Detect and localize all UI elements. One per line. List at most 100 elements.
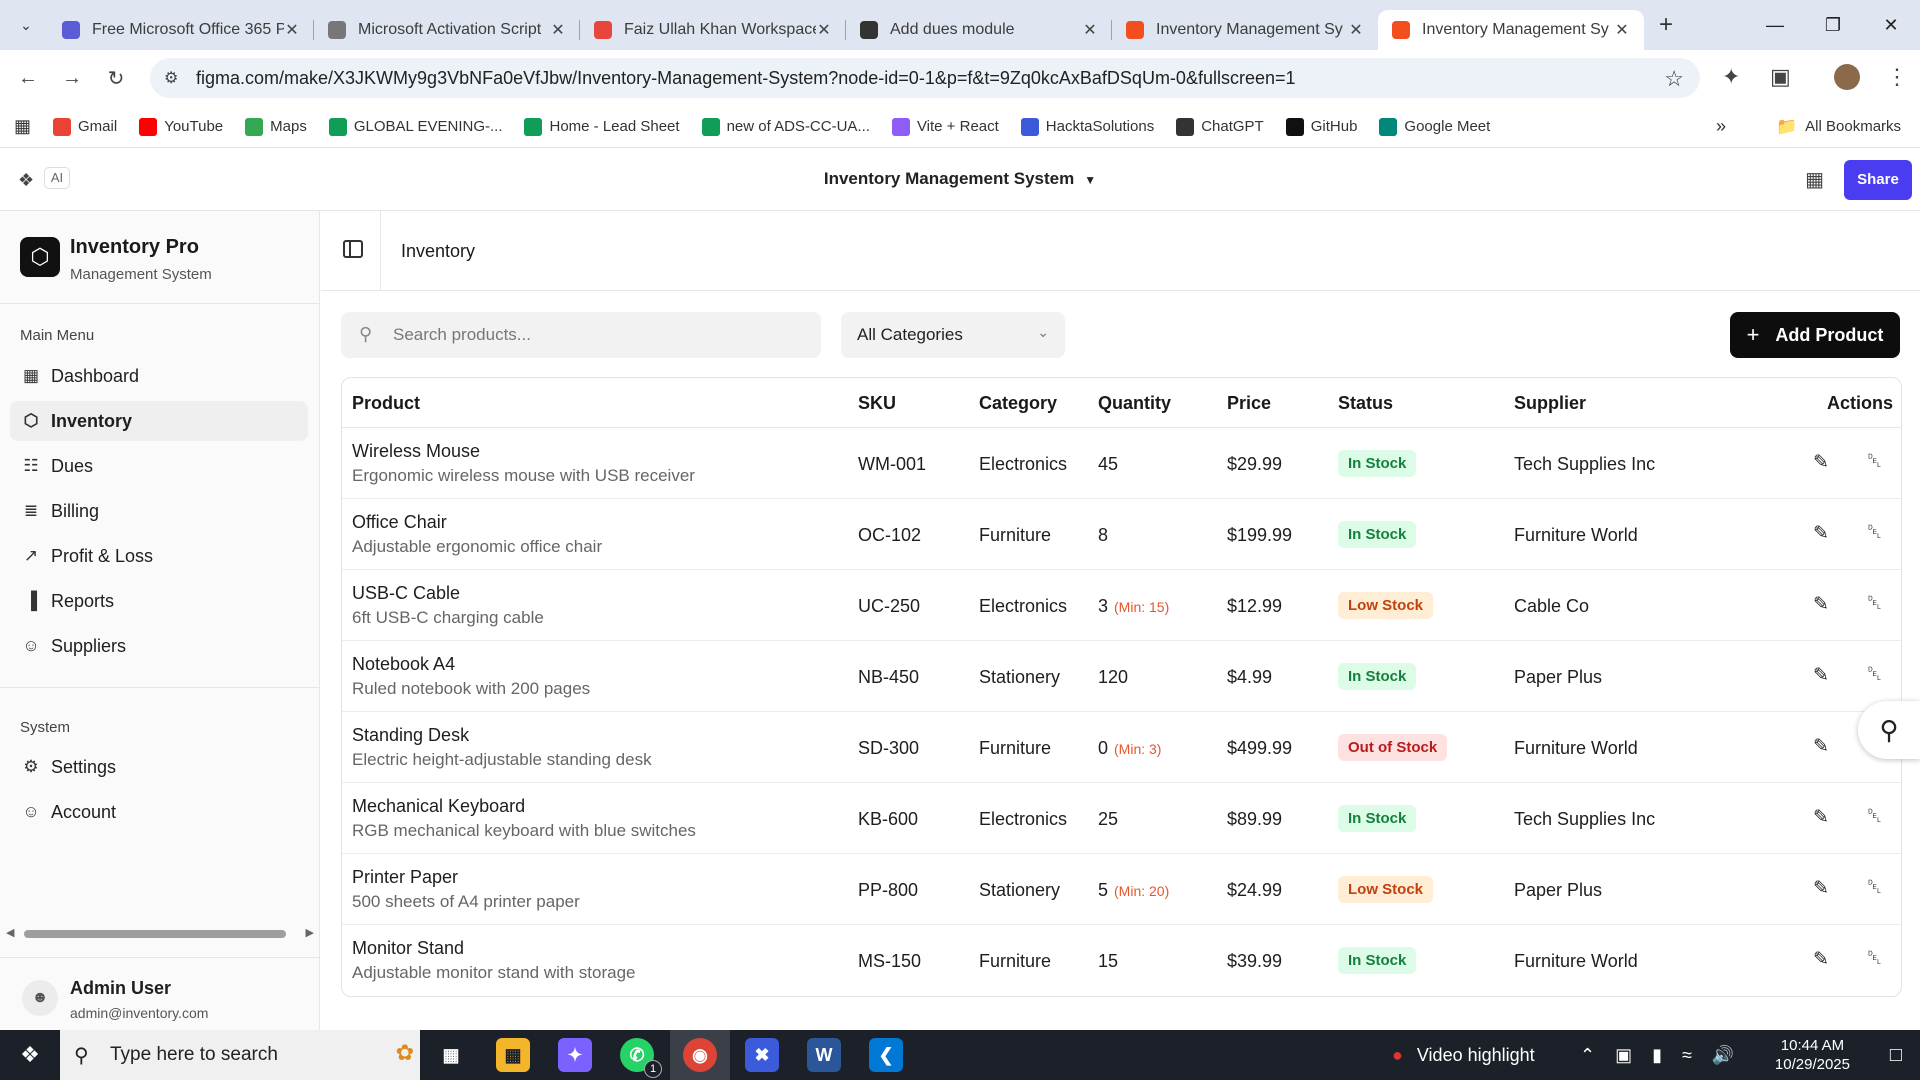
file-title[interactable]: Inventory Management System ▼ [0, 169, 1920, 189]
sidebar-item-reports[interactable]: ▐ Reports [10, 581, 308, 621]
wifi-icon[interactable]: ≈ [1682, 1045, 1692, 1066]
edit-icon[interactable]: ✎ [1813, 948, 1829, 971]
tab-search-icon[interactable]: ⌄ [12, 11, 40, 39]
bookmark-item[interactable]: Google Meet [1379, 117, 1490, 136]
windows-start-icon[interactable]: ❖ [0, 1030, 60, 1080]
taskbar-search-placeholder: Type here to search [110, 1044, 278, 1065]
bookmark-item[interactable]: GitHub [1285, 117, 1357, 136]
video-highlight[interactable]: ● Video highlight [1392, 1030, 1535, 1080]
word-icon[interactable]: W [807, 1038, 841, 1072]
restore-icon[interactable]: ❐ [1804, 0, 1862, 50]
bookmark-favicon-icon [139, 117, 158, 136]
trash-icon[interactable]: ␡ [1867, 948, 1882, 970]
sidebar-item-inventory[interactable]: ⬡ Inventory [10, 401, 308, 441]
trash-icon[interactable]: ␡ [1867, 877, 1882, 899]
volume-icon[interactable]: 🔊 [1712, 1045, 1734, 1066]
taskbar-search-input[interactable]: ⚲ Type here to search ✿ [60, 1030, 420, 1080]
bookmark-item[interactable]: ChatGPT [1176, 117, 1264, 136]
bookmark-item[interactable]: new of ADS-CC-UA... [701, 117, 870, 136]
bookmark-item[interactable]: GLOBAL EVENING-... [328, 117, 502, 136]
site-info-icon[interactable]: ⚙ [164, 68, 184, 88]
chrome-icon[interactable]: ◉ [683, 1038, 717, 1072]
minimize-icon[interactable]: — [1746, 0, 1804, 50]
more-bookmarks-icon[interactable]: » [1716, 116, 1726, 137]
box-icon: ⬡ [23, 411, 39, 430]
scrollbar-thumb[interactable] [24, 930, 286, 938]
bookmark-item[interactable]: Maps [245, 117, 307, 136]
sidebar-item-account[interactable]: ☺ Account [10, 792, 308, 832]
meet-now-icon[interactable]: ▣ [1615, 1045, 1632, 1066]
close-tab-icon[interactable]: ✕ [1614, 20, 1630, 40]
trash-icon[interactable]: ␡ [1867, 664, 1882, 686]
sidebar-toggle-icon[interactable] [343, 240, 363, 258]
close-tab-icon[interactable]: ✕ [550, 20, 566, 40]
snipping-tool-icon[interactable]: ✖ [745, 1038, 779, 1072]
share-button[interactable]: Share [1844, 160, 1912, 200]
sidebar-scrollbar[interactable]: ◀ ▶ [6, 926, 314, 940]
category-select[interactable]: All Categories ⌄ [841, 312, 1065, 358]
user-profile[interactable]: ☻ Admin User admin@inventory.com [0, 957, 320, 1030]
edit-icon[interactable]: ✎ [1813, 522, 1829, 545]
all-bookmarks[interactable]: 📁 All Bookmarks [1776, 117, 1901, 137]
edit-icon[interactable]: ✎ [1813, 451, 1829, 474]
bookmark-item[interactable]: YouTube [139, 117, 223, 136]
browser-tab[interactable]: Inventory Management Sy ✕ [1378, 10, 1644, 50]
ai-extension-icon[interactable]: ✦ [1722, 64, 1740, 90]
task-view-icon[interactable]: ▦ [434, 1038, 468, 1072]
browser-tab[interactable]: Add dues module ✕ [846, 10, 1112, 50]
browser-tab[interactable]: Inventory Management Sy ✕ [1112, 10, 1378, 50]
search-input[interactable]: ⚲ Search products... [341, 312, 821, 358]
scroll-right-icon[interactable]: ▶ [306, 926, 314, 939]
close-tab-icon[interactable]: ✕ [816, 20, 832, 40]
apps-grid-icon[interactable]: ▦ [14, 116, 31, 137]
extensions-icon[interactable]: ▣ [1770, 64, 1791, 90]
browser-tab[interactable]: Faiz Ullah Khan Workspace ✕ [580, 10, 846, 50]
trash-icon[interactable]: ␡ [1867, 451, 1882, 473]
bookmark-item[interactable]: HacktaSolutions [1020, 117, 1154, 136]
sidebar-item-settings[interactable]: ⚙ Settings [10, 747, 308, 787]
scroll-left-icon[interactable]: ◀ [6, 926, 14, 939]
sidebar-item-profit-loss[interactable]: ↗ Profit & Loss [10, 536, 308, 576]
close-tab-icon[interactable]: ✕ [284, 20, 300, 40]
edit-icon[interactable]: ✎ [1813, 877, 1829, 900]
notifications-icon[interactable]: □ [1890, 1044, 1902, 1067]
sidebar-item-billing[interactable]: ≣ Billing [10, 491, 308, 531]
edit-icon[interactable]: ✎ [1813, 735, 1829, 758]
forward-icon[interactable]: → [56, 62, 88, 94]
new-tab-button[interactable]: + [1650, 11, 1682, 39]
trash-icon[interactable]: ␡ [1867, 593, 1882, 615]
battery-icon[interactable]: ▮ [1652, 1045, 1662, 1066]
present-icon[interactable]: ▦ [1805, 167, 1824, 192]
sidebar-item-dues[interactable]: ☷ Dues [10, 446, 308, 486]
close-window-icon[interactable]: ✕ [1862, 0, 1920, 50]
edit-icon[interactable]: ✎ [1813, 593, 1829, 616]
trash-icon[interactable]: ␡ [1867, 522, 1882, 544]
bookmark-item[interactable]: Home - Lead Sheet [524, 117, 680, 136]
file-explorer-icon[interactable]: ▦ [496, 1038, 530, 1072]
product-category: Electronics [979, 596, 1068, 616]
reload-icon[interactable]: ↻ [100, 62, 132, 94]
sidebar-item-suppliers[interactable]: ☺ Suppliers [10, 626, 308, 666]
url-field[interactable]: ⚙ figma.com/make/X3JKWMy9g3VbNFa0eVfJbw/… [150, 58, 1700, 98]
edit-icon[interactable]: ✎ [1813, 664, 1829, 687]
close-tab-icon[interactable]: ✕ [1082, 20, 1098, 40]
bookmark-star-icon[interactable]: ☆ [1664, 66, 1684, 92]
close-tab-icon[interactable]: ✕ [1348, 20, 1364, 40]
bookmark-item[interactable]: Gmail [53, 117, 117, 136]
vscode-icon[interactable]: ❮ [869, 1038, 903, 1072]
back-icon[interactable]: ← [12, 62, 44, 94]
clock[interactable]: 10:44 AM 10/29/2025 [1775, 1036, 1850, 1074]
browser-tab[interactable]: Free Microsoft Office 365 P ✕ [48, 10, 314, 50]
bookmark-item[interactable]: Vite + React [891, 117, 999, 136]
sidebar-item-dashboard[interactable]: ▦ Dashboard [10, 356, 308, 396]
feedback-widget-icon[interactable]: ⚲ [1858, 701, 1920, 759]
chevron-up-icon[interactable]: ⌃ [1580, 1045, 1595, 1066]
browser-tab[interactable]: Microsoft Activation Script ✕ [314, 10, 580, 50]
edit-icon[interactable]: ✎ [1813, 806, 1829, 829]
browser-menu-icon[interactable]: ⋮ [1886, 64, 1908, 90]
profile-avatar[interactable] [1834, 64, 1860, 90]
product-name: Printer Paper [352, 867, 459, 887]
add-product-button[interactable]: + Add Product [1730, 312, 1900, 358]
copilot-icon[interactable]: ✦ [558, 1038, 592, 1072]
trash-icon[interactable]: ␡ [1867, 806, 1882, 828]
